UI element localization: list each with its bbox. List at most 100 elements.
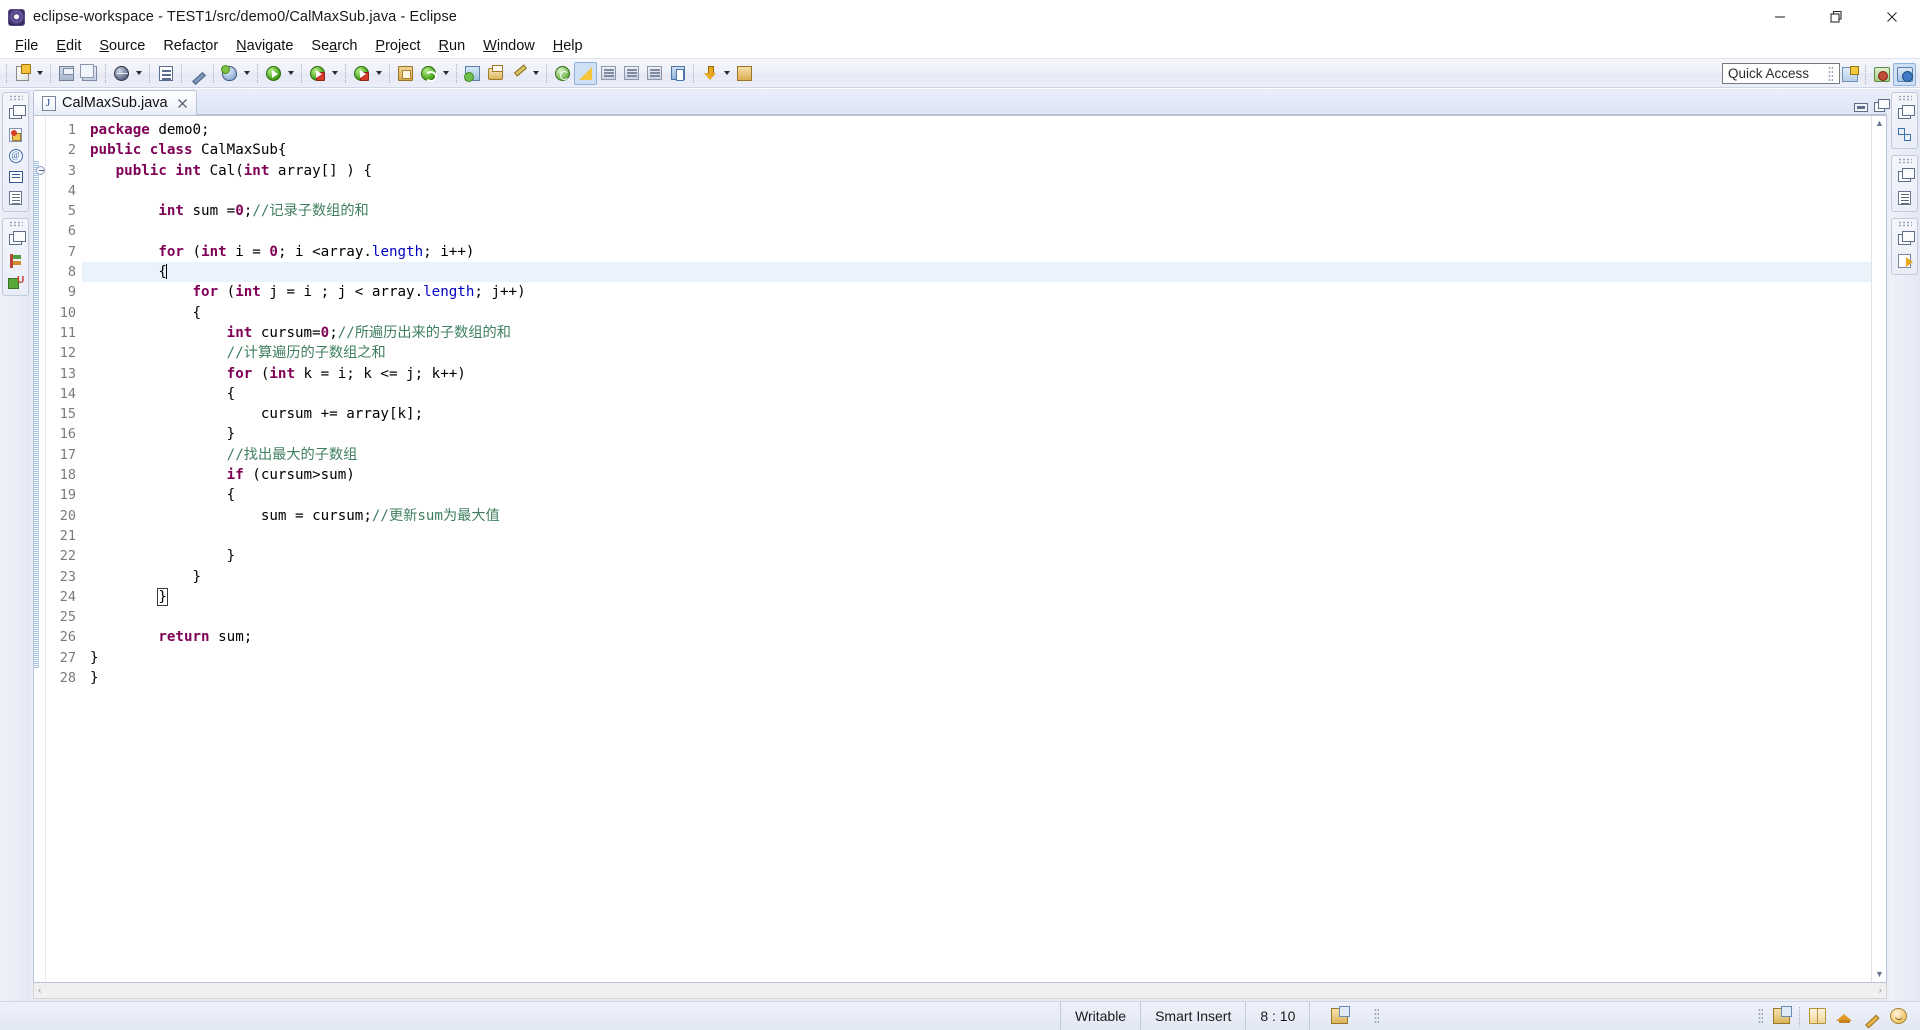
restore-icon[interactable]: [1894, 166, 1916, 187]
problems-icon[interactable]: [1894, 187, 1916, 208]
new-dropdown-icon[interactable]: [34, 62, 46, 85]
globe-icon[interactable]: [110, 62, 133, 85]
code-line[interactable]: {: [82, 303, 1871, 323]
code-line[interactable]: [82, 221, 1871, 241]
brush-dropdown-icon[interactable]: [530, 62, 542, 85]
code-line[interactable]: [82, 181, 1871, 201]
next-annotation-icon[interactable]: [620, 62, 643, 85]
code-line[interactable]: for (int j = i ; j < array.length; j++): [82, 282, 1871, 302]
print-icon[interactable]: [484, 62, 507, 85]
save-all-icon[interactable]: [78, 62, 101, 85]
editor-fold-gutter[interactable]: [34, 116, 46, 982]
code-line[interactable]: cursum += array[k];: [82, 404, 1871, 424]
coverage-dropdown-icon[interactable]: [329, 62, 341, 85]
code-line[interactable]: for (int i = 0; i <array.length; i++): [82, 242, 1871, 262]
type-hierarchy-icon[interactable]: [1894, 124, 1916, 145]
warning-triangle-icon[interactable]: [574, 61, 597, 85]
open-perspective-icon[interactable]: [1838, 63, 1861, 86]
package-icon[interactable]: [461, 62, 484, 85]
smiley-icon[interactable]: [1890, 1008, 1907, 1024]
code-line[interactable]: return sum;: [82, 627, 1871, 647]
pen-icon[interactable]: [186, 62, 209, 85]
previous-annotation-icon[interactable]: [643, 62, 666, 85]
menu-search[interactable]: Search: [302, 36, 366, 56]
stack-grip[interactable]: [8, 95, 23, 101]
menu-refactor[interactable]: Refactor: [154, 36, 227, 56]
code-line[interactable]: }: [82, 648, 1871, 668]
menu-source[interactable]: Source: [90, 36, 154, 56]
run-dropdown-icon[interactable]: [285, 62, 297, 85]
status-sync-icon[interactable]: [1309, 1002, 1369, 1030]
restore-icon[interactable]: [1808, 0, 1864, 34]
status-grip[interactable]: [1374, 1007, 1380, 1025]
maximize-editor-icon[interactable]: [1874, 99, 1890, 112]
close-icon[interactable]: [1864, 0, 1920, 34]
code-line[interactable]: int sum =0;//记录子数组的和: [82, 201, 1871, 221]
menu-project[interactable]: Project: [366, 36, 429, 56]
menu-navigate[interactable]: Navigate: [227, 36, 302, 56]
status-grip[interactable]: [1758, 1007, 1763, 1025]
task-list-icon[interactable]: [5, 250, 27, 271]
restore-icon[interactable]: [1894, 103, 1916, 124]
tab-calmaxsub-java[interactable]: CalMaxSub.java: [33, 90, 197, 115]
debug-dropdown-icon[interactable]: [241, 62, 253, 85]
new-icon[interactable]: [11, 62, 34, 85]
menu-help[interactable]: Help: [544, 36, 592, 56]
code-line[interactable]: {: [82, 384, 1871, 404]
junit-icon[interactable]: [5, 271, 27, 292]
java-perspective-icon[interactable]: [1893, 62, 1916, 86]
code-text-area[interactable]: package demo0; public class CalMaxSub{ pu…: [82, 116, 1871, 982]
sync-icon[interactable]: [1773, 1006, 1792, 1024]
menu-edit[interactable]: Edit: [47, 36, 90, 56]
outline-icon[interactable]: [5, 187, 27, 208]
forward-arrow-icon[interactable]: [733, 62, 756, 85]
code-line[interactable]: [82, 526, 1871, 546]
scroll-left-icon[interactable]: ‹: [38, 985, 41, 996]
graduation-cap-icon[interactable]: [1836, 1012, 1853, 1024]
code-line[interactable]: public class CalMaxSub{: [82, 140, 1871, 160]
back-dropdown-icon[interactable]: [721, 62, 733, 85]
globe-dropdown-icon[interactable]: [133, 62, 145, 85]
stack-grip[interactable]: [1897, 95, 1912, 101]
minimize-icon[interactable]: [1752, 0, 1808, 34]
run-green-play-icon[interactable]: [262, 62, 285, 85]
code-line[interactable]: {: [82, 262, 1871, 283]
code-line[interactable]: }: [82, 546, 1871, 566]
code-line[interactable]: package demo0;: [82, 120, 1871, 140]
brush-icon[interactable]: [507, 62, 530, 85]
new-java-project-icon[interactable]: [394, 62, 417, 85]
run-external-tools-icon[interactable]: [350, 62, 373, 85]
external-dropdown-icon[interactable]: [373, 62, 385, 85]
javadoc-icon[interactable]: @: [5, 145, 27, 166]
horizontal-scrollbar[interactable]: ‹ ›: [33, 983, 1887, 999]
back-arrow-icon[interactable]: [698, 62, 721, 85]
code-line[interactable]: //计算遍历的子数组之和: [82, 343, 1871, 363]
menu-run[interactable]: Run: [430, 36, 475, 56]
restore-icon[interactable]: [5, 103, 27, 124]
menu-file[interactable]: File: [6, 36, 47, 56]
stack-grip[interactable]: [1897, 158, 1912, 164]
skip-breakpoints-icon[interactable]: [597, 62, 620, 85]
restore-icon[interactable]: [5, 229, 27, 250]
scroll-down-icon[interactable]: ▼: [1874, 969, 1885, 980]
export-icon[interactable]: [1894, 250, 1916, 271]
code-line[interactable]: for (int k = i; k <= j; k++): [82, 364, 1871, 384]
close-icon[interactable]: [176, 97, 189, 110]
code-line[interactable]: {: [82, 485, 1871, 505]
stack-grip[interactable]: [1897, 221, 1912, 227]
scroll-right-icon[interactable]: ›: [1879, 985, 1882, 996]
menu-window[interactable]: Window: [474, 36, 544, 56]
restore-icon[interactable]: [1894, 229, 1916, 250]
refresh-dropdown-icon[interactable]: [440, 62, 452, 85]
toolbar-grip[interactable]: [1828, 65, 1833, 83]
code-line[interactable]: [82, 607, 1871, 627]
fold-collapse-icon[interactable]: [36, 165, 45, 175]
code-line[interactable]: }: [82, 668, 1871, 688]
code-line[interactable]: }: [82, 587, 1871, 607]
stack-grip[interactable]: [8, 221, 23, 227]
document-icon[interactable]: [154, 62, 177, 85]
refresh-green-icon[interactable]: [417, 62, 440, 85]
java-ee-perspective-icon[interactable]: [1870, 63, 1893, 86]
save-icon[interactable]: [55, 62, 78, 85]
breadcrumb-icon[interactable]: [551, 62, 574, 85]
